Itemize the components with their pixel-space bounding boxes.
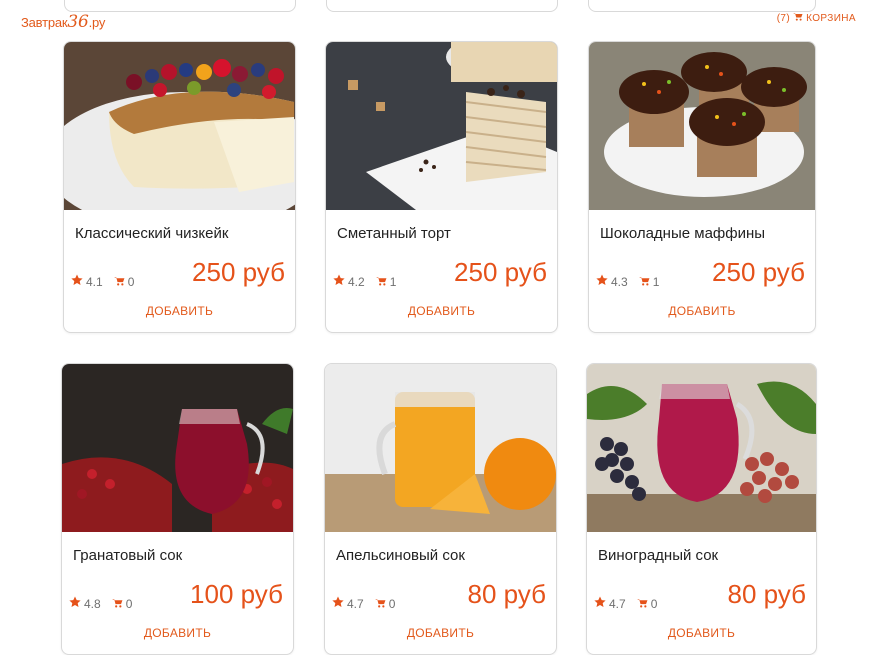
rating-value: 4.3 [611,274,628,289]
product-meta: 4.8 0 [69,596,132,611]
cart-count: (7) [776,12,791,24]
cart-quantity: 1 [652,274,660,289]
top-bar: Завтрак36.ру (7) КОРЗИНА [0,0,872,34]
add-to-cart-button[interactable]: ДОБАВИТЬ [587,626,816,640]
product-price: 100 руб [190,579,283,609]
product-image[interactable] [325,364,556,532]
previous-card-edge [588,0,816,12]
cart-icon [793,12,803,24]
product-title[interactable]: Гранатовый сок [73,547,182,564]
star-icon [71,274,83,289]
logo-number: 36 [67,12,89,32]
star-icon [69,596,81,611]
cart-icon [636,597,648,611]
logo-text: Завтрак [21,15,68,30]
product-price: 250 руб [712,257,805,287]
cart-icon [374,597,386,611]
product-title[interactable]: Виноградный сок [598,547,718,564]
rating-value: 4.7 [609,596,626,611]
add-to-cart-button[interactable]: ДОБАВИТЬ [325,626,556,640]
product-card: Классический чизкейк 4.1 0 250 руб ДОБАВ… [63,41,296,333]
product-price: 80 руб [467,579,547,609]
add-to-cart-button[interactable]: ДОБАВИТЬ [589,304,815,318]
product-card: Шоколадные маффины 4.3 1 250 руб ДОБАВИТ… [588,41,816,333]
cart-icon [111,597,123,611]
product-card: Гранатовый сок 4.8 0 100 руб ДОБАВИТЬ [61,363,294,655]
rating-value: 4.8 [84,596,101,611]
rating-value: 4.7 [347,596,364,611]
product-title[interactable]: Шоколадные маффины [600,225,765,242]
product-card: Апельсиновый сок 4.7 0 80 руб ДОБАВИТЬ [324,363,557,655]
product-card: Виноградный сок 4.7 0 80 руб ДОБАВИТЬ [586,363,817,655]
product-title[interactable]: Апельсиновый сок [336,547,465,564]
cart-quantity: 0 [125,596,133,611]
cart-icon [638,275,650,289]
product-meta: 4.3 1 [596,274,659,289]
product-meta: 4.7 0 [594,596,657,611]
product-meta: 4.2 1 [333,274,396,289]
cart-link[interactable]: (7) КОРЗИНА [777,12,856,24]
product-image[interactable] [587,364,816,532]
cart-quantity: 0 [127,274,135,289]
product-price: 250 руб [192,257,285,287]
product-image[interactable] [589,42,815,210]
product-meta: 4.7 0 [332,596,395,611]
cart-icon [113,275,125,289]
product-image[interactable] [62,364,293,532]
cart-quantity: 1 [389,274,397,289]
cart-label: КОРЗИНА [806,12,856,24]
product-meta: 4.1 0 [71,274,134,289]
product-price: 80 руб [727,579,807,609]
add-to-cart-button[interactable]: ДОБАВИТЬ [326,304,557,318]
previous-card-edge [326,0,558,12]
star-icon [333,274,345,289]
add-to-cart-button[interactable]: ДОБАВИТЬ [62,626,293,640]
add-to-cart-button[interactable]: ДОБАВИТЬ [64,304,295,318]
cart-quantity: 0 [650,596,658,611]
star-icon [596,274,608,289]
product-image[interactable] [326,42,557,210]
star-icon [594,596,606,611]
product-price: 250 руб [454,257,547,287]
product-title[interactable]: Классический чизкейк [75,225,228,242]
site-logo[interactable]: Завтрак36.ру [21,12,105,32]
product-image[interactable] [64,42,295,210]
rating-value: 4.2 [348,274,365,289]
previous-card-edge [64,0,296,12]
cart-quantity: 0 [388,596,396,611]
product-title[interactable]: Сметанный торт [337,225,451,242]
product-card: Сметанный торт 4.2 1 250 руб ДОБАВИТЬ [325,41,558,333]
cart-icon [375,275,387,289]
logo-suffix: .ру [88,15,106,30]
rating-value: 4.1 [86,274,103,289]
star-icon [332,596,344,611]
